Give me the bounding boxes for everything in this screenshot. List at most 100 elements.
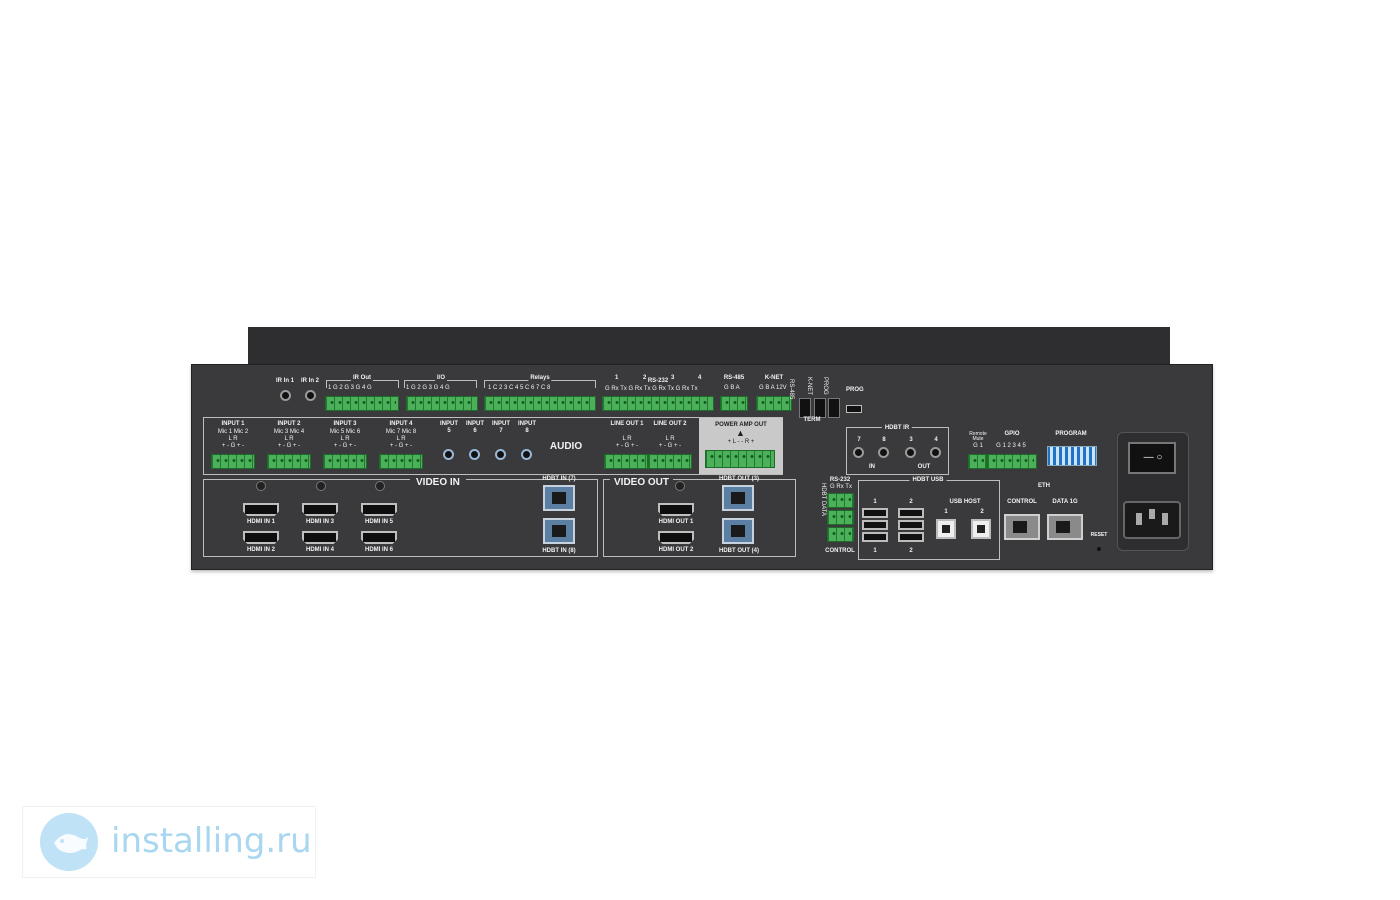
audio-input-3-lr: L R [340,436,350,442]
audio-input-5-label: INPUT [440,421,458,427]
mute-label: Mute [972,436,984,442]
hdbt-data-terminal-2[interactable] [827,510,854,525]
ir-out-terminal[interactable] [325,396,399,411]
hdbt-ir-8-jack[interactable] [878,447,889,458]
hdmi-in-2-port[interactable] [243,531,279,544]
audio-input-4-terminal[interactable] [379,454,423,469]
usb-host-title: USB HOST [949,499,981,505]
eth-data-label: DATA 1G [1052,499,1078,505]
hdbt-data-terminal-3[interactable] [827,527,854,542]
hdbt-usb-2c-port[interactable] [898,532,924,542]
knet-label: K-NET [764,375,784,381]
hdmi-in-5-port[interactable] [361,503,397,516]
hdmi-in-1-port[interactable] [243,503,279,516]
ir-in-2-jack[interactable] [305,390,316,401]
relays-pins: 1 C 2 3 C 4 5 C 6 7 C 8 [488,385,551,391]
hdbt-usb-2b-port[interactable] [898,520,924,530]
hdbt-in-7-port[interactable] [543,485,575,511]
hdmi-in-4-port[interactable] [302,531,338,544]
screw-3 [375,481,385,491]
audio-input-8-label: INPUT [518,421,536,427]
knet-terminal[interactable] [756,396,792,411]
hdmi-out-1-port[interactable] [658,503,694,516]
power-switch[interactable]: — ○ [1128,442,1176,474]
prog-switch[interactable] [828,398,840,418]
audio-input-3-mics: Mic 5 Mic 6 [329,429,361,435]
hdbt-usb-title: HDBT USB [909,477,947,483]
hdmi-out-2-port[interactable] [658,531,694,544]
usb-host-1-number: 1 [944,509,948,515]
term-label: TERM [803,417,821,423]
hdmi-in-3-port[interactable] [302,503,338,516]
hdbt-out-4-port[interactable] [722,518,754,544]
io-terminal[interactable] [406,396,478,411]
hdbt-usb-bottom-1-number: 1 [873,548,877,554]
hdbt-ir-7-jack[interactable] [853,447,864,458]
power-amp-out-pins: + L - - R + [727,439,755,445]
audio-input-2-terminal[interactable] [267,454,311,469]
power-amp-out-terminal[interactable] [705,450,775,468]
audio-input-4-label: INPUT 4 [389,421,413,427]
rs485-terminal[interactable] [720,396,748,411]
eth-data-port[interactable] [1047,514,1083,540]
device-rear-panel: IR In 1 IR In 2 IR Out 1 G 2 G 3 G 4 G I… [191,364,1213,570]
warning-triangle-icon: ▲ [736,428,745,438]
hdbt-out-3-port[interactable] [722,485,754,511]
screw-1 [256,481,266,491]
usb-host-2-port[interactable] [971,519,991,539]
hdbt-in-7-label: HDBT IN (7) [542,476,576,482]
hdmi-in-6-port[interactable] [361,531,397,544]
knet-term-switch[interactable] [814,398,826,418]
hdbt-usb-1a-port[interactable] [862,508,888,518]
hdbt-ir-title: HDBT IR [881,425,913,431]
eth-control-port[interactable] [1004,514,1040,540]
audio-input-5-jack[interactable] [443,449,454,460]
reset-button[interactable] [1097,547,1101,551]
prog-micro-usb-port[interactable] [846,405,862,413]
hdbt-ir-3-jack[interactable] [905,447,916,458]
audio-input-7-jack[interactable] [495,449,506,460]
gpio-terminal[interactable] [987,454,1037,469]
line-out-2-terminal[interactable] [648,454,692,469]
hdbt-data-terminal-1[interactable] [827,493,854,508]
gpio-pins: G 1 2 3 4 5 [996,443,1026,449]
hdbt-ir-4-number: 4 [934,437,938,443]
power-inlet-pin-center [1149,509,1155,519]
audio-input-8-jack[interactable] [521,449,532,460]
hdmi-in-6-label: HDMI IN 6 [364,547,394,553]
remote-mute-terminal[interactable] [968,454,987,469]
audio-input-4-mics: Mic 7 Mic 8 [385,429,417,435]
ir-in-1-jack[interactable] [280,390,291,401]
audio-input-3-pins: + - G + - [333,443,357,449]
hdmi-in-5-label: HDMI IN 5 [364,519,394,525]
program-dip-switch[interactable] [1047,446,1097,466]
hdbt-usb-2a-port[interactable] [898,508,924,518]
hdbt-ir-4-jack[interactable] [930,447,941,458]
watermark-text: installing.ru [111,821,312,861]
rs485-term-switch[interactable] [799,398,811,418]
power-switch-symbols: — ○ [1143,452,1163,463]
rs232-port-3-number: 3 [671,375,675,381]
rs232-label: RS-232 [647,378,669,384]
line-out-1-terminal[interactable] [604,454,648,469]
hdbt-usb-2-number: 2 [909,499,913,505]
hdmi-out-1-label: HDMI OUT 1 [658,519,694,525]
audio-input-6-jack[interactable] [469,449,480,460]
audio-input-1-terminal[interactable] [211,454,255,469]
audio-input-3-terminal[interactable] [323,454,367,469]
hdbt-in-8-label: HDBT IN (8) [542,548,576,554]
prog-label: PROG [846,387,864,393]
power-inlet[interactable] [1123,501,1181,539]
usb-host-1-port[interactable] [936,519,956,539]
hdmi-in-2-label: HDMI IN 2 [246,547,276,553]
relays-terminal[interactable] [484,396,596,411]
rs232-pins: G Rx Tx G Rx Tx G Rx Tx G Rx Tx [605,386,698,392]
hdbt-in-8-port[interactable] [543,518,575,544]
rs232-terminal[interactable] [602,396,714,411]
hdbt-usb-1c-port[interactable] [862,532,888,542]
audio-input-6-label: INPUT [466,421,484,427]
hdbt-ir-8-number: 8 [882,437,886,443]
audio-input-7-number: 7 [499,428,503,434]
hdbt-usb-1b-port[interactable] [862,520,888,530]
usb-host-2-number: 2 [980,509,984,515]
